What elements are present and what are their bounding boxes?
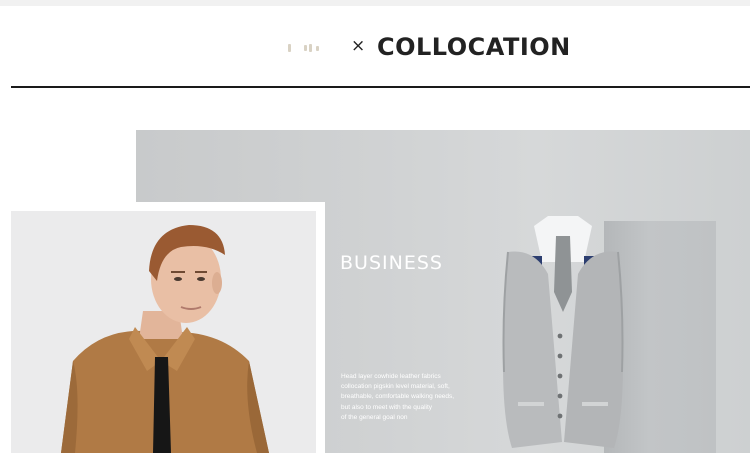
vest-product (488, 212, 638, 453)
header-divider (11, 86, 750, 88)
description-line: Head layer cowhide leather fabrics (341, 373, 441, 380)
product-description: Head layer cowhide leather fabrics collo… (341, 372, 491, 423)
description-line: collocation pigskin level material, soft… (341, 383, 450, 391)
section-title: BUSINESS (340, 252, 443, 274)
model-photo (11, 211, 316, 453)
description-line: of the general goal non (341, 413, 408, 421)
model-illustration (11, 211, 316, 453)
page-title: COLLOCATION (377, 33, 571, 61)
description-line: breathable, comfortable walking needs, (341, 393, 455, 401)
times-separator: × (351, 36, 366, 56)
top-strip (0, 0, 750, 6)
vest-illustration (502, 216, 624, 448)
brand-logo-icon (286, 42, 336, 54)
collocation-header: × COLLOCATION (0, 28, 750, 70)
description-line: but also to meet with the quality (341, 403, 433, 411)
